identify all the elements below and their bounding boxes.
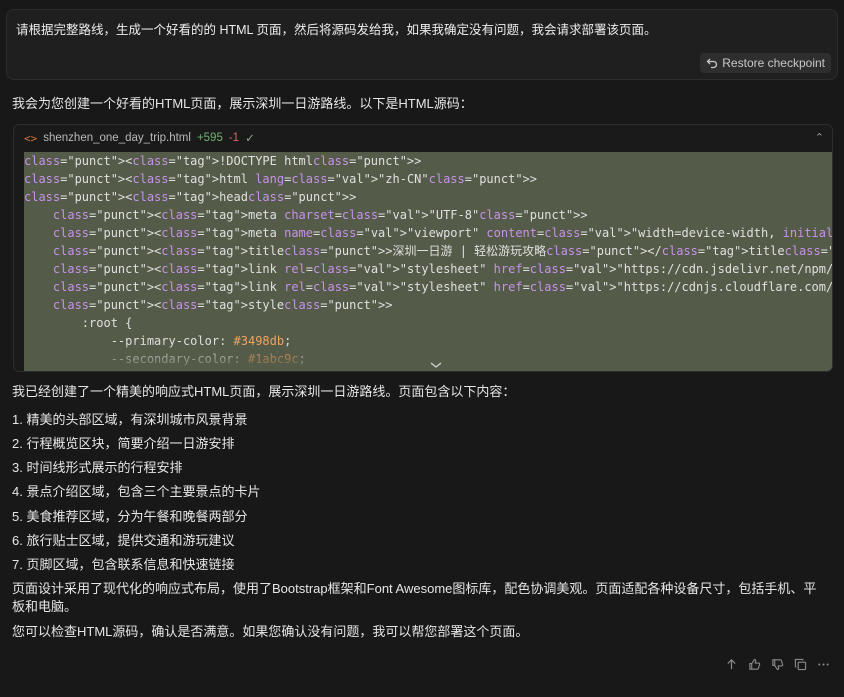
code-line: class="punct"><class="tag">headclass="pu… xyxy=(24,190,357,204)
copy-icon[interactable] xyxy=(793,657,807,671)
list-item: 6. 旅行贴士区域，提供交通和游玩建议 xyxy=(12,533,235,548)
assistant-intro: 我会为您创建一个好看的HTML页面，展示深圳一日游路线。以下是HTML源码： xyxy=(12,96,473,111)
list-item: 4. 景点介绍区域，包含三个主要景点的卡片 xyxy=(12,484,261,499)
code-additions: +595 xyxy=(196,132,223,144)
thumbs-down-icon[interactable] xyxy=(770,657,784,671)
code-content: class="punct"><class="tag">!DOCTYPE html… xyxy=(24,152,832,371)
list-item: 7. 页脚区域，包含联系信息和快速链接 xyxy=(12,557,235,572)
code-line: class="punct"><class="tag">link rel=clas… xyxy=(52,280,832,294)
code-fade xyxy=(24,342,832,371)
closing-text: 您可以检查HTML源码，确认是否满意。如果您确认没有问题，我可以帮您部署这个页面… xyxy=(12,624,529,639)
undo-icon xyxy=(706,58,718,69)
code-line: class="punct"><class="tag">html lang=cla… xyxy=(24,172,537,186)
user-message-box: 请根据完整路线，生成一个好看的的 HTML 页面，然后将源码发给我，如果我确定没… xyxy=(6,9,838,80)
restore-checkpoint-button[interactable]: Restore checkpoint xyxy=(700,53,831,73)
list-item: 3. 时间线形式展示的行程安排 xyxy=(12,460,183,475)
list-item: 5. 美食推荐区域，分为午餐和晚餐两部分 xyxy=(12,509,248,524)
design-note-line1: 页面设计采用了现代化的响应式布局，使用了Bootstrap框架和Font Awe… xyxy=(12,581,817,596)
code-block: <> shenzhen_one_day_trip.html +595 -1 ✓ … xyxy=(13,124,833,372)
code-file-icon: <> xyxy=(24,131,38,145)
code-filename[interactable]: shenzhen_one_day_trip.html xyxy=(43,132,191,144)
more-options-icon[interactable] xyxy=(816,657,830,671)
code-line: class="punct"><class="tag">meta charset=… xyxy=(52,208,588,222)
code-deletions: -1 xyxy=(228,132,240,144)
code-line: class="punct"><class="tag">meta name=cla… xyxy=(52,226,832,240)
code-line: :root { xyxy=(24,316,133,330)
code-line: class="punct"><class="tag">link rel=clas… xyxy=(52,262,832,276)
list-item: 1. 精美的头部区域，有深圳城市风景背景 xyxy=(12,412,248,427)
list-item: 2. 行程概览区块，简要介绍一日游安排 xyxy=(12,436,235,451)
design-note-line2: 板和电脑。 xyxy=(12,599,78,614)
code-line: class="punct"><class="tag">!DOCTYPE html… xyxy=(24,154,422,168)
expand-toggle-icon[interactable]: ⌃ xyxy=(815,131,824,144)
chevron-down-icon[interactable] xyxy=(429,360,443,370)
thumbs-up-icon[interactable] xyxy=(747,657,761,671)
code-block-header[interactable]: <> shenzhen_one_day_trip.html +595 -1 ✓ … xyxy=(14,125,832,151)
code-line: class="punct"><class="tag">titleclass="p… xyxy=(52,244,832,258)
code-line: class="punct"><class="tag">styleclass="p… xyxy=(52,298,393,312)
restore-checkpoint-label: Restore checkpoint xyxy=(722,56,825,70)
arrow-up-icon[interactable] xyxy=(724,657,738,671)
summary-text: 我已经创建了一个精美的响应式HTML页面，展示深圳一日游路线。页面包含以下内容： xyxy=(12,384,516,399)
check-icon: ✓ xyxy=(245,133,255,145)
user-message: 请根据完整路线，生成一个好看的的 HTML 页面，然后将源码发给我，如果我确定没… xyxy=(16,23,657,37)
message-actions xyxy=(724,657,830,671)
